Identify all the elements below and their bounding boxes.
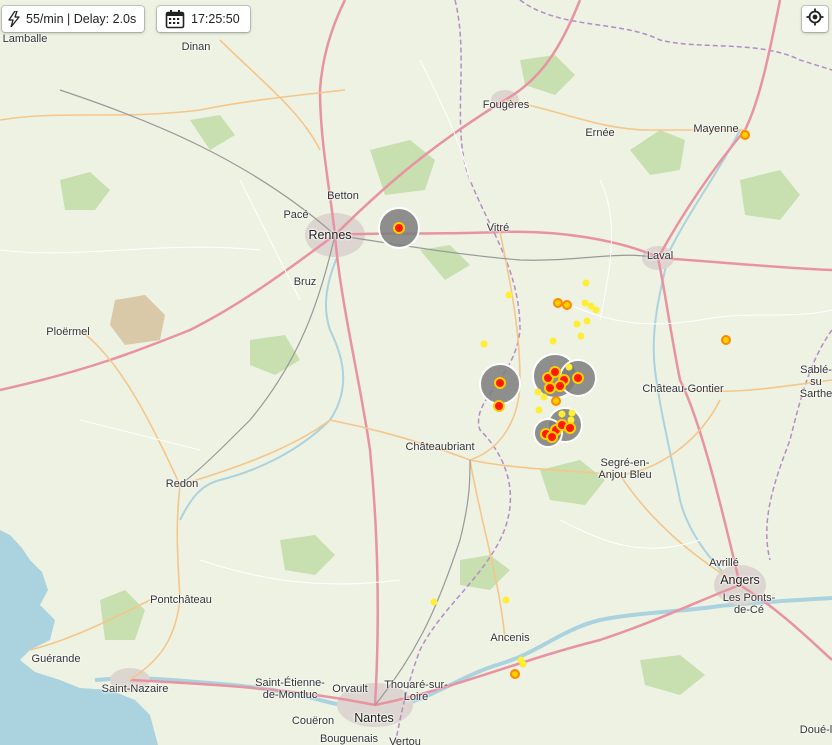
place-doue: Doué-l: [799, 724, 832, 736]
lightning-icon: [8, 11, 20, 27]
strike-dot: [581, 299, 589, 307]
calendar-icon: [165, 9, 185, 29]
strike-marker: [393, 222, 405, 234]
place-chateaubriant: Châteaubriant: [405, 441, 475, 453]
railways: [59, 89, 659, 706]
strike-marker: [572, 372, 584, 384]
place-rennes: Rennes: [308, 228, 352, 242]
place-vitre: Vitré: [486, 222, 510, 234]
place-bouguenais: Bouguenais: [319, 733, 379, 745]
strike-rate-panel: 55/min | Delay: 2.0s: [2, 6, 145, 32]
strike-dot: [583, 317, 591, 325]
strike-marker: [551, 396, 561, 406]
strike-dot: [430, 598, 438, 606]
strike-dot: [558, 410, 566, 418]
place-saint-nazaire: Saint-Nazaire: [101, 683, 169, 695]
strike-marker: [740, 130, 750, 140]
time-panel[interactable]: 17:25:50: [157, 6, 250, 32]
place-pontchateau: Pontchâteau: [150, 594, 212, 606]
strike-marker: [554, 380, 566, 392]
place-segre: Segré-en- Anjou Bleu: [598, 457, 652, 481]
place-orvault: Orvault: [332, 683, 368, 695]
strike-marker: [564, 422, 576, 434]
place-dinan: Dinan: [181, 41, 211, 53]
place-lamballe: Lamballe: [2, 33, 48, 45]
lightning-strikes-layer: [378, 130, 750, 679]
strike-marker: [549, 366, 561, 378]
strike-dot: [502, 596, 510, 604]
place-ploermel: Ploërmel: [46, 326, 90, 338]
place-nantes: Nantes: [354, 711, 394, 725]
place-ernee: Ernée: [585, 127, 615, 139]
strike-dot: [577, 332, 585, 340]
place-saint-etienne: Saint-Étienne- de-Montluc: [255, 677, 325, 701]
mayenne-river: [652, 129, 741, 591]
strike-dot: [582, 279, 590, 287]
urban-areas: [110, 90, 766, 727]
map-base-layer: [0, 0, 832, 745]
locate-button[interactable]: [802, 6, 828, 32]
place-chateau-gontier: Château-Gontier: [642, 383, 724, 395]
place-angers: Angers: [720, 573, 760, 587]
place-betton: Betton: [327, 190, 359, 202]
strike-dot: [565, 363, 573, 371]
place-coueron: Couëron: [291, 715, 335, 727]
strike-marker: [553, 298, 563, 308]
strike-dot: [592, 306, 600, 314]
place-bruz: Bruz: [293, 276, 317, 288]
loire-river: [94, 596, 832, 712]
strike-marker: [546, 431, 558, 443]
place-mayenne: Mayenne: [693, 123, 739, 135]
secondary-roads: [0, 39, 832, 681]
place-fougeres: Fougères: [482, 99, 530, 111]
place-redon: Redon: [165, 478, 199, 490]
strike-rate-text: 55/min | Delay: 2.0s: [26, 12, 137, 26]
strike-marker: [721, 335, 731, 345]
time-text: 17:25:50: [191, 12, 240, 26]
strike-dot: [534, 388, 542, 396]
place-sable: Sablé-su Sarthe: [799, 364, 832, 400]
strike-dot: [540, 393, 548, 401]
place-vertou: Vertou: [389, 736, 421, 745]
strike-marker: [562, 300, 572, 310]
strike-dot: [535, 406, 543, 414]
place-pace: Pacé: [283, 209, 309, 221]
strike-marker: [494, 377, 506, 389]
strike-dot: [549, 337, 557, 345]
crosshair-icon: [806, 8, 824, 31]
place-avrille: Avrillé: [709, 557, 739, 569]
place-guerande: Guérande: [31, 653, 81, 665]
strike-dot: [568, 409, 576, 417]
strike-marker: [544, 382, 556, 394]
place-ponts-de-ce: Les Ponts- de-Cé: [722, 592, 776, 616]
place-thouare: Thouaré-sur- Loire: [384, 679, 448, 703]
strike-dot: [480, 340, 488, 348]
strike-dot: [505, 291, 513, 299]
region-boundary-north: [519, 0, 832, 71]
strike-dot: [519, 660, 527, 668]
map-canvas[interactable]: Lamballe Dinan Fougères Ernée Mayenne Be…: [0, 0, 832, 745]
place-laval: Laval: [646, 250, 674, 262]
place-ancenis: Ancenis: [490, 632, 530, 644]
strike-dot: [573, 320, 581, 328]
strike-marker: [510, 669, 520, 679]
strike-marker: [493, 400, 505, 412]
